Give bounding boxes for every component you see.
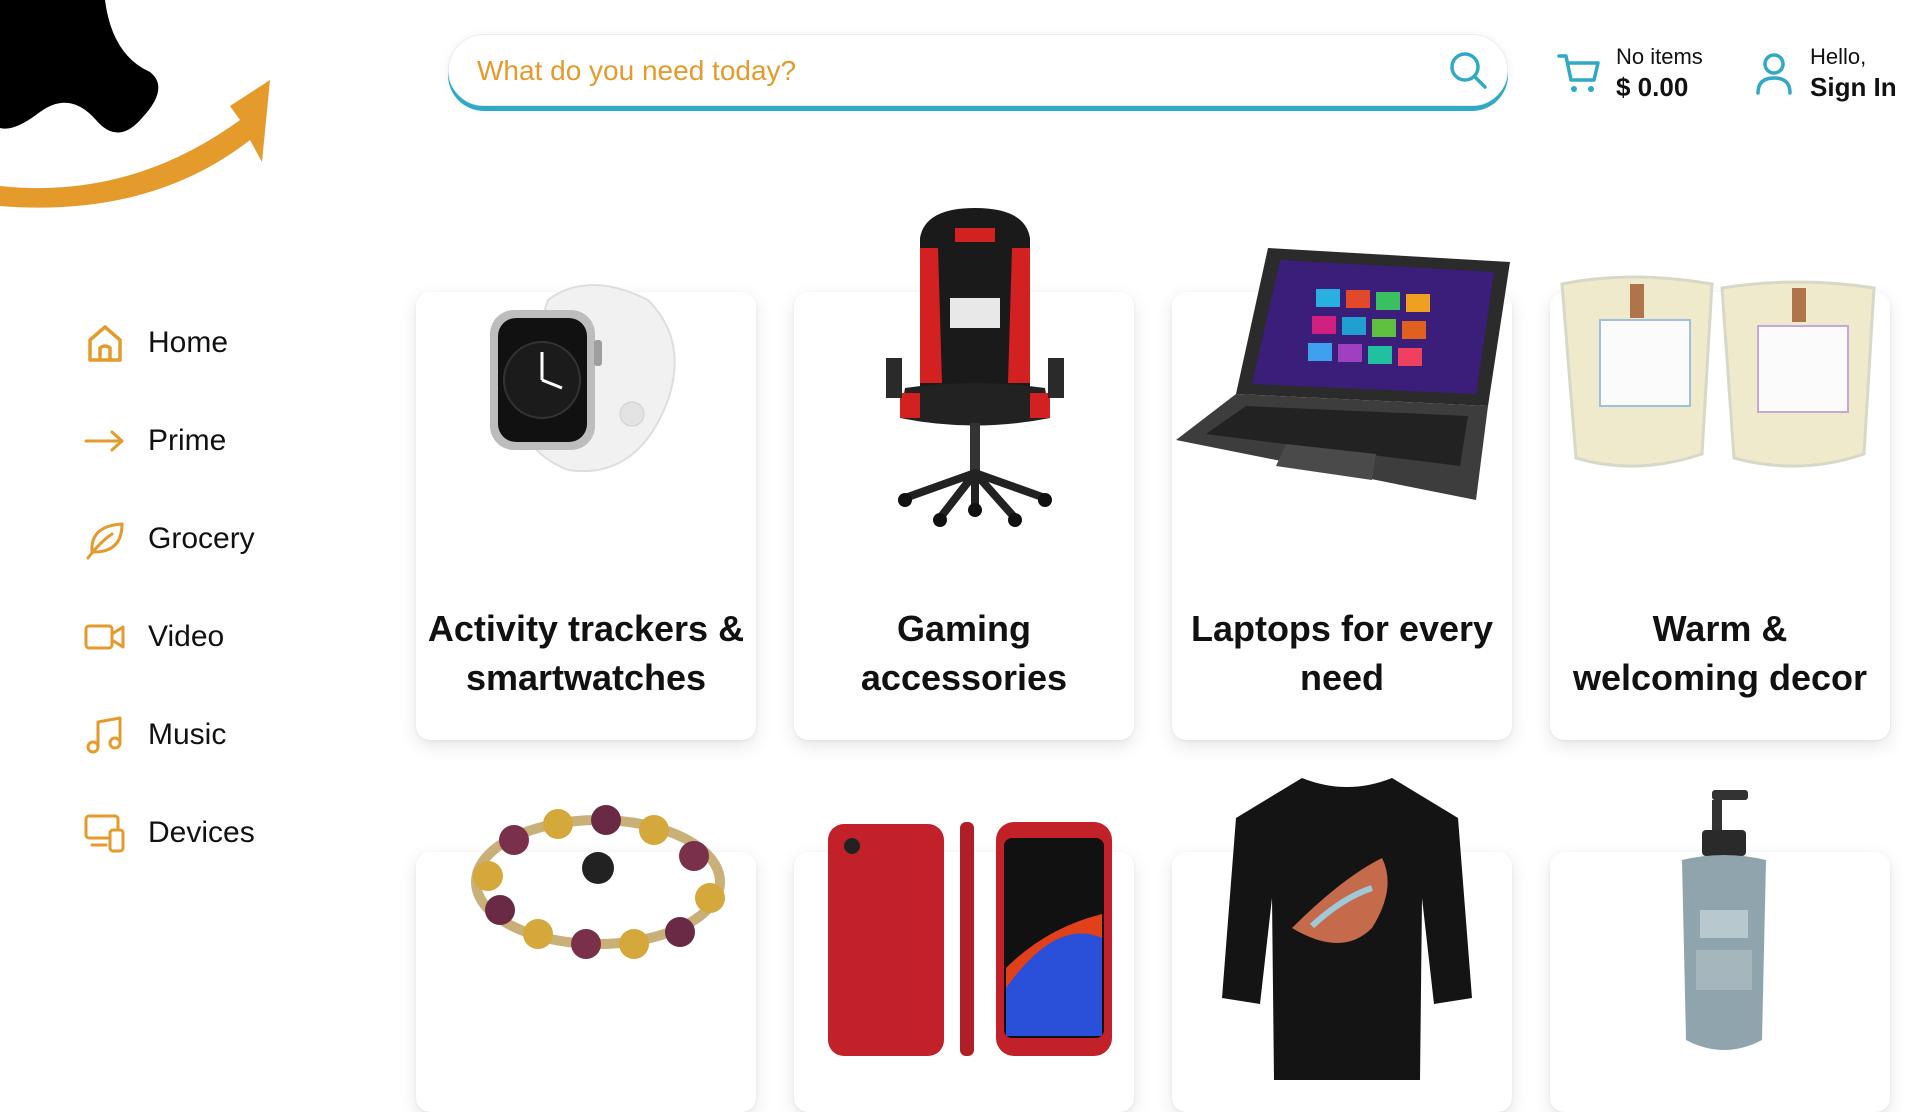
search-bar (448, 34, 1508, 107)
black-tshirt-image (1222, 778, 1472, 1080)
home-icon (88, 325, 122, 362)
sidebar-nav: Home Prime Grocery Video Music Devices (84, 318, 334, 906)
greeting-text: Hello, (1810, 44, 1867, 69)
sidebar-item-label: Home (148, 326, 229, 359)
devices-icon (84, 814, 125, 853)
cart-items-text: No items (1616, 44, 1703, 69)
sidebar-item-grocery[interactable]: Grocery (84, 514, 334, 612)
category-title: Gaming accessories (860, 608, 1068, 698)
sign-in-label: Sign In (1810, 72, 1897, 102)
music-note-icon (86, 716, 122, 754)
charm-bracelet-image (471, 805, 725, 959)
sidebar-item-label: Grocery (148, 522, 255, 555)
category-title: Warm & welcoming decor (1572, 608, 1868, 698)
sidebar-item-music[interactable]: Music (84, 710, 334, 808)
shampoo-bottle-image (1682, 790, 1766, 1050)
sidebar-item-label: Prime (148, 424, 227, 457)
sign-in-button[interactable]: Hello, Sign In (1754, 40, 1914, 110)
video-camera-icon (84, 624, 125, 650)
sidebar-item-label: Devices (148, 816, 255, 849)
sidebar-item-label: Video (148, 620, 225, 653)
candles-image (1560, 275, 1876, 468)
gaming-chair-image (886, 208, 1064, 527)
sidebar-item-video[interactable]: Video (84, 612, 334, 710)
cart-total: $ 0.00 (1616, 72, 1689, 102)
user-icon (1756, 53, 1792, 95)
category-title: Activity trackers & smartwatches (427, 608, 745, 698)
smartwatch-image (490, 284, 676, 473)
cart-button[interactable]: No items $ 0.00 (1556, 40, 1756, 110)
sidebar-item-devices[interactable]: Devices (84, 808, 334, 906)
cart-icon (1557, 54, 1600, 92)
sidebar-item-home[interactable]: Home (84, 318, 334, 416)
category-title: Laptops for every need (1190, 608, 1494, 698)
search-icon[interactable] (1447, 49, 1489, 91)
laptop-image (1176, 248, 1510, 500)
leaf-icon (86, 522, 124, 560)
red-iphone-image (828, 822, 1112, 1056)
sidebar-item-prime[interactable]: Prime (84, 416, 334, 514)
sidebar-item-label: Music (148, 718, 227, 751)
search-input[interactable] (475, 35, 1379, 107)
logo[interactable] (0, 0, 290, 210)
arrow-right-icon (84, 430, 124, 452)
